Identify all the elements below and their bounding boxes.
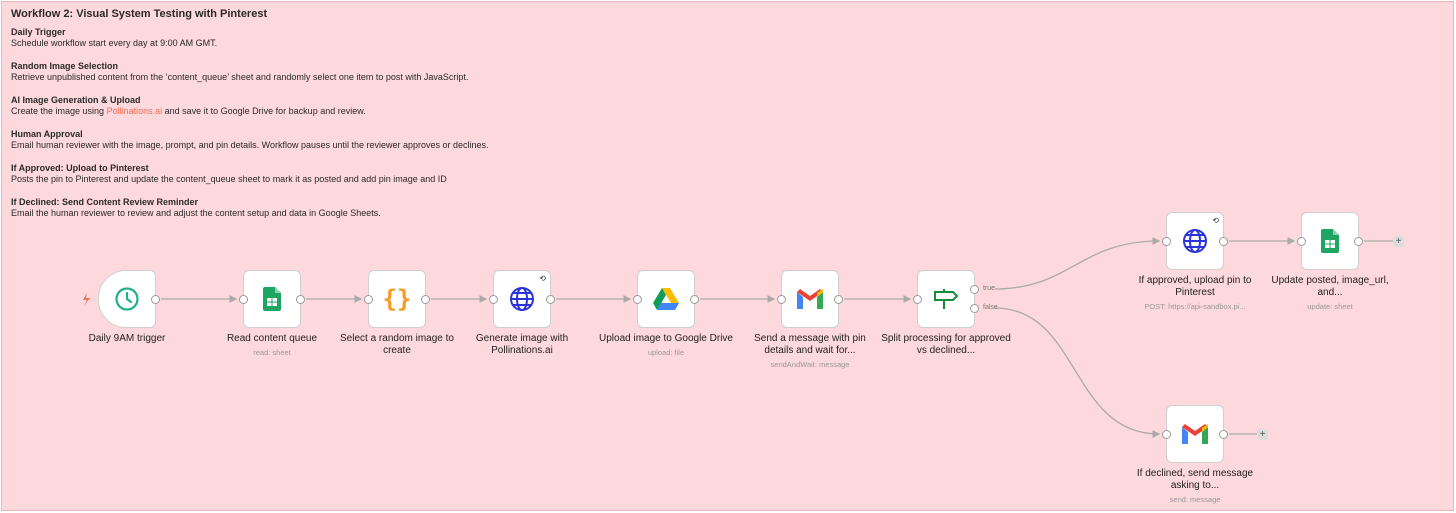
output-port-true[interactable] <box>970 285 979 294</box>
google-sheets-icon <box>263 287 281 311</box>
node-daily-trigger[interactable] <box>98 270 160 328</box>
output-port[interactable] <box>1219 237 1228 246</box>
output-port[interactable] <box>1354 237 1363 246</box>
globe-icon <box>510 287 534 311</box>
node-upload-pinterest[interactable]: ⟲ <box>1162 212 1228 270</box>
node-label: Update posted, image_url, and... update: … <box>1271 275 1389 311</box>
clock-icon <box>115 287 139 311</box>
node-label: Daily 9AM trigger <box>88 333 166 344</box>
output-port-false[interactable] <box>970 304 979 313</box>
node-label: Split processing for approved vs decline… <box>881 333 1011 356</box>
node-label: Generate image with Pollinations.ai <box>475 333 569 356</box>
false-branch-label: false <box>983 304 998 311</box>
input-port[interactable] <box>1162 430 1171 439</box>
node-declined-gmail[interactable] <box>1162 405 1228 463</box>
input-port[interactable] <box>239 295 248 304</box>
node-label: If approved, upload pin to Pinterest POST… <box>1138 275 1252 311</box>
input-port[interactable] <box>913 295 922 304</box>
true-branch-label: true <box>983 285 996 292</box>
node-if-split[interactable] <box>913 270 979 328</box>
retry-icon: ⟲ <box>1212 216 1219 225</box>
output-port[interactable] <box>546 295 555 304</box>
add-node-button[interactable]: + <box>1257 429 1268 440</box>
trigger-bolt-icon <box>83 293 90 306</box>
node-label: Select a random image to create <box>340 333 454 356</box>
output-port[interactable] <box>834 295 843 304</box>
google-sheets-icon <box>1321 229 1339 253</box>
add-node-button[interactable]: + <box>1393 236 1404 247</box>
gmail-icon <box>1182 424 1208 444</box>
gmail-icon <box>797 289 823 309</box>
output-port[interactable] <box>421 295 430 304</box>
edge-false <box>994 307 1161 438</box>
output-port[interactable] <box>296 295 305 304</box>
connections <box>83 237 1393 438</box>
node-generate-image[interactable]: ⟲ <box>489 270 555 328</box>
input-port[interactable] <box>1297 237 1306 246</box>
retry-icon: ⟲ <box>539 274 546 283</box>
globe-icon <box>1183 229 1207 253</box>
output-port[interactable] <box>1219 430 1228 439</box>
input-port[interactable] <box>489 295 498 304</box>
node-label: Read content queue read: sheet <box>226 333 318 357</box>
node-read-content-queue[interactable] <box>239 270 305 328</box>
input-port[interactable] <box>777 295 786 304</box>
node-select-random-image[interactable]: {} <box>364 270 430 328</box>
output-port[interactable] <box>151 295 160 304</box>
node-label: Upload image to Google Drive upload: file <box>599 333 733 357</box>
signpost-icon <box>934 289 959 309</box>
node-send-and-wait-gmail[interactable] <box>777 270 843 328</box>
input-port[interactable] <box>633 295 642 304</box>
node-upload-google-drive[interactable] <box>633 270 699 328</box>
input-port[interactable] <box>364 295 373 304</box>
node-label: Send a message with pin details and wait… <box>754 333 866 369</box>
code-braces-icon: {} <box>382 285 412 313</box>
input-port[interactable] <box>1162 237 1171 246</box>
node-update-sheet[interactable] <box>1297 212 1363 270</box>
output-port[interactable] <box>690 295 699 304</box>
node-label: If declined, send message asking to... se… <box>1136 468 1254 504</box>
google-drive-icon <box>653 288 679 310</box>
